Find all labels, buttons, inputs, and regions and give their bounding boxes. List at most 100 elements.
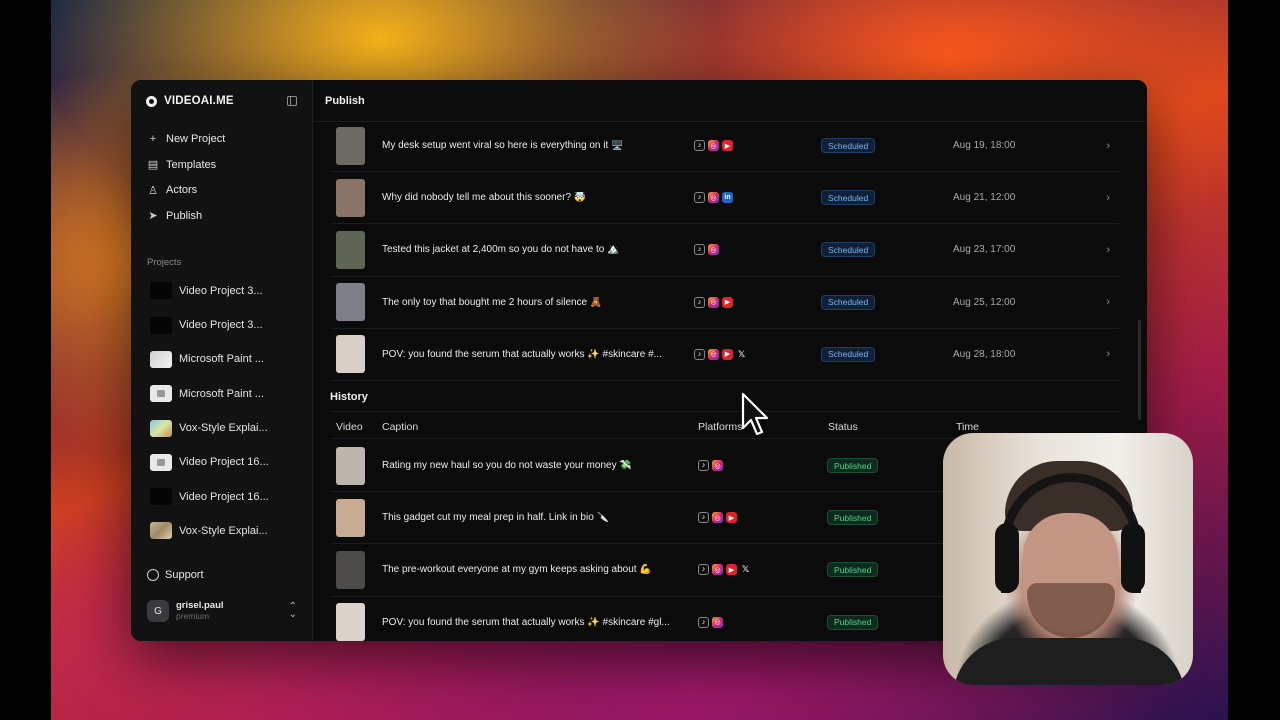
caption: The only toy that bought me 2 hours of s… — [382, 296, 603, 308]
project-item[interactable]: Video Project 16... — [131, 480, 312, 514]
video-thumbnail — [336, 230, 365, 269]
status-badge: Scheduled — [821, 190, 876, 206]
user-info: grisel.paul premium — [176, 600, 224, 622]
tiktok-icon: ♪ — [694, 244, 705, 256]
chevron-right-icon[interactable]: › — [1106, 348, 1110, 360]
youtube-icon: ▶ — [722, 296, 733, 308]
headphone-right — [1121, 523, 1145, 593]
tiktok-icon: ♪ — [698, 460, 709, 472]
scheduled-row[interactable]: The only toy that bought me 2 hours of s… — [330, 277, 1119, 329]
status-badge: Published — [827, 562, 879, 578]
project-label: Microsoft Paint ... — [179, 387, 264, 400]
support-label: Support — [165, 569, 204, 581]
chevron-right-icon[interactable]: › — [1106, 140, 1110, 152]
chevron-right-icon[interactable]: › — [1106, 296, 1110, 308]
col-platforms: Platforms — [698, 421, 743, 433]
project-item[interactable]: Video Project 3... — [131, 274, 312, 308]
instagram-icon: ◎ — [708, 348, 719, 360]
brand-name: VIDEOAI.ME — [164, 95, 234, 107]
nav-label: Publish — [166, 209, 203, 222]
col-video: Video — [336, 421, 363, 433]
history-heading: History — [330, 391, 368, 403]
video-thumbnail — [336, 335, 365, 374]
caption: My desk setup went viral so here is ever… — [382, 140, 624, 152]
project-thumbnail — [150, 350, 172, 368]
nav-publish[interactable]: ➤ Publish — [147, 203, 312, 229]
tiktok-icon: ♪ — [694, 348, 705, 360]
project-label: Video Project 3... — [179, 319, 263, 332]
user-plan: premium — [176, 611, 210, 621]
project-thumbnail — [150, 522, 172, 540]
project-item[interactable]: Vox-Style Explai... — [131, 411, 312, 445]
caption: POV: you found the serum that actually w… — [382, 616, 670, 628]
video-thumbnail — [336, 126, 365, 165]
chevron-updown-icon: ⌃ ⌄ — [288, 601, 297, 620]
caption: This gadget cut my meal prep in half. Li… — [382, 512, 610, 524]
scheduled-time: Aug 25, 12:00 — [953, 296, 1016, 308]
project-item[interactable]: Vox-Style Explai... — [131, 514, 312, 548]
status-badge: Scheduled — [821, 346, 876, 362]
nav-new-project[interactable]: + New Project — [147, 126, 312, 152]
caption: Why did nobody tell me about this sooner… — [382, 192, 587, 204]
project-item[interactable]: Video Project 16... — [131, 445, 312, 479]
project-item[interactable]: Microsoft Paint ... — [131, 342, 312, 376]
nav-templates[interactable]: ▤ Templates — [147, 152, 312, 178]
tiktok-icon: ♪ — [694, 140, 705, 152]
project-item[interactable]: Microsoft Paint ... — [131, 377, 312, 411]
project-label: Video Project 16... — [179, 490, 269, 503]
col-caption: Caption — [382, 421, 419, 433]
webcam-overlay — [943, 433, 1193, 685]
templates-icon: ▤ — [147, 159, 159, 172]
send-icon: ➤ — [148, 210, 158, 223]
status-badge: Published — [827, 458, 879, 474]
caption: The pre-workout everyone at my gym keeps… — [382, 564, 652, 576]
chevron-right-icon[interactable]: › — [1106, 244, 1110, 256]
scheduled-row[interactable]: Why did nobody tell me about this sooner… — [330, 172, 1119, 225]
youtube-icon: ▶ — [722, 140, 733, 152]
sidebar-nav: + New Project ▤ Templates ♙ Actors ➤ Publish — [131, 122, 312, 229]
project-thumbnail — [150, 453, 172, 471]
linkedin-icon: in — [722, 192, 733, 204]
user-name: grisel.paul — [176, 600, 224, 611]
platform-icons: ♪ ◎ in — [694, 192, 733, 204]
scheduled-time: Aug 21, 12:00 — [953, 192, 1016, 204]
scheduled-row[interactable]: My desk setup went viral so here is ever… — [330, 122, 1119, 173]
scheduled-row[interactable]: Tested this jacket at 2,400m so you do n… — [330, 224, 1119, 277]
nav-actors[interactable]: ♙ Actors — [147, 177, 312, 203]
project-item[interactable]: Video Project 3... — [131, 308, 312, 342]
platform-icons: ♪ ◎ ▶ — [698, 512, 737, 524]
project-thumbnail — [150, 316, 172, 334]
video-thumbnail — [336, 603, 365, 641]
instagram-icon: ◎ — [708, 244, 719, 256]
scheduled-time: Aug 28, 18:00 — [953, 348, 1016, 360]
sidebar-toggle-icon[interactable] — [287, 96, 297, 106]
status-badge: Scheduled — [821, 242, 876, 258]
caption: Rating my new haul so you do not waste y… — [382, 460, 632, 472]
col-status: Status — [828, 421, 858, 433]
project-thumbnail — [150, 282, 172, 300]
letterbox-right — [1228, 0, 1280, 720]
tiktok-icon: ♪ — [694, 296, 705, 308]
sidebar: VIDEOAI.ME + New Project ▤ Templates ♙ Acto… — [131, 80, 313, 641]
headphone-left — [995, 523, 1019, 593]
scrollbar[interactable] — [1138, 320, 1141, 420]
scheduled-row[interactable]: POV: you found the serum that actually w… — [330, 329, 1119, 381]
instagram-icon: ◎ — [712, 512, 723, 524]
instagram-icon: ◎ — [712, 616, 723, 628]
scheduled-time: Aug 23, 17:00 — [953, 244, 1016, 256]
video-thumbnail — [336, 498, 365, 537]
platform-icons: ♪ ◎ ▶ — [694, 140, 733, 152]
status-badge: Scheduled — [821, 138, 876, 154]
project-label: Video Project 16... — [179, 456, 269, 469]
instagram-icon: ◎ — [708, 140, 719, 152]
platform-icons: ♪ ◎ ▶ — [694, 296, 733, 308]
chevron-right-icon[interactable]: › — [1106, 192, 1110, 204]
platform-icons: ♪ ◎ — [698, 460, 723, 472]
projects-heading: Projects — [147, 256, 182, 268]
webcam-shirt — [953, 638, 1185, 685]
project-label: Vox-Style Explai... — [179, 422, 268, 435]
user-menu[interactable]: G grisel.paul premium ⌃ ⌄ — [147, 600, 297, 622]
support-link[interactable]: Support — [147, 569, 204, 581]
platform-icons: ♪ ◎ — [698, 616, 723, 628]
logo-icon — [146, 95, 157, 107]
